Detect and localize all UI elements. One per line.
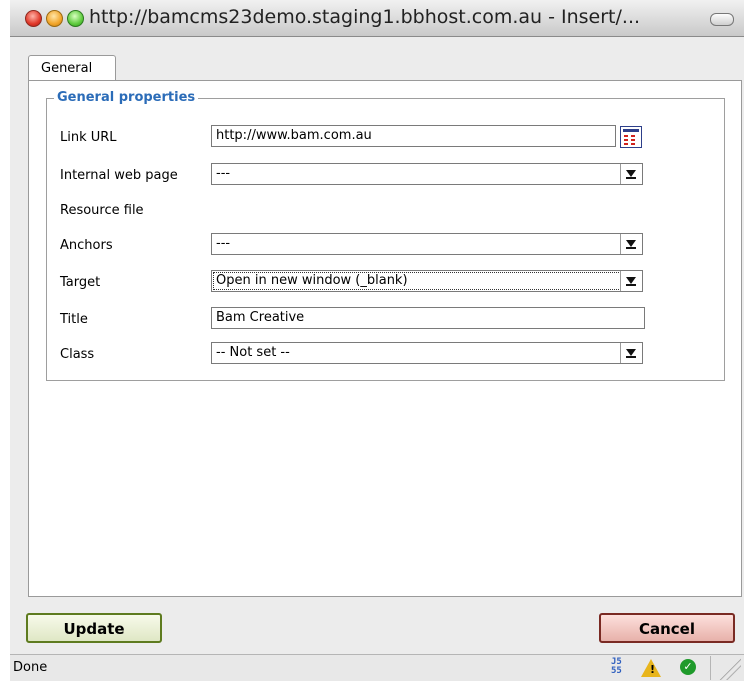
toolbar-toggle-button[interactable]: [710, 13, 734, 26]
target-select[interactable]: Open in new window (_blank): [211, 270, 643, 292]
tab-panel-general: General properties Link URL http://www.b…: [28, 80, 742, 597]
internal-web-page-select[interactable]: ---: [211, 163, 643, 185]
warning-mark-icon: !: [650, 663, 656, 676]
anchors-value: ---: [216, 236, 231, 251]
chevron-down-icon: [620, 234, 642, 254]
class-label: Class: [60, 347, 95, 362]
class-select[interactable]: -- Not set --: [211, 342, 643, 364]
cancel-button[interactable]: Cancel: [599, 613, 735, 643]
status-bar: Done J5 55 ! ✓: [10, 654, 744, 681]
anchors-label: Anchors: [60, 238, 113, 253]
anchors-select[interactable]: ---: [211, 233, 643, 255]
link-url-label: Link URL: [60, 130, 117, 145]
target-value: Open in new window (_blank): [216, 273, 408, 288]
browse-links-icon[interactable]: [620, 126, 642, 148]
status-text: Done: [13, 660, 48, 675]
fieldset-legend: General properties: [54, 90, 199, 105]
title-bar[interactable]: http://bamcms23demo.staging1.bbhost.com.…: [10, 0, 744, 37]
chevron-down-icon: [620, 343, 642, 363]
window-title: http://bamcms23demo.staging1.bbhost.com.…: [89, 6, 641, 28]
js-icon[interactable]: J5 55: [611, 658, 629, 678]
chevron-down-icon: [620, 271, 642, 291]
resize-grip-icon[interactable]: [710, 656, 741, 680]
update-button[interactable]: Update: [26, 613, 162, 643]
link-url-input[interactable]: http://www.bam.com.au: [211, 125, 616, 147]
class-value: -- Not set --: [216, 345, 290, 360]
target-label: Target: [60, 275, 101, 290]
ok-icon[interactable]: ✓: [680, 659, 696, 675]
close-window-button[interactable]: [25, 10, 42, 27]
general-properties-fieldset: General properties Link URL http://www.b…: [46, 90, 725, 381]
title-label: Title: [60, 312, 88, 327]
desktop-edge: [0, 0, 10, 680]
dialog-window: http://bamcms23demo.staging1.bbhost.com.…: [10, 0, 744, 681]
zoom-window-button[interactable]: [67, 10, 84, 27]
title-input[interactable]: Bam Creative: [211, 307, 645, 329]
tab-general[interactable]: General: [28, 55, 116, 81]
chevron-down-icon: [620, 164, 642, 184]
internal-web-page-value: ---: [216, 166, 231, 181]
minimize-window-button[interactable]: [46, 10, 63, 27]
resource-file-label: Resource file: [60, 203, 144, 218]
internal-web-page-label: Internal web page: [60, 168, 178, 183]
